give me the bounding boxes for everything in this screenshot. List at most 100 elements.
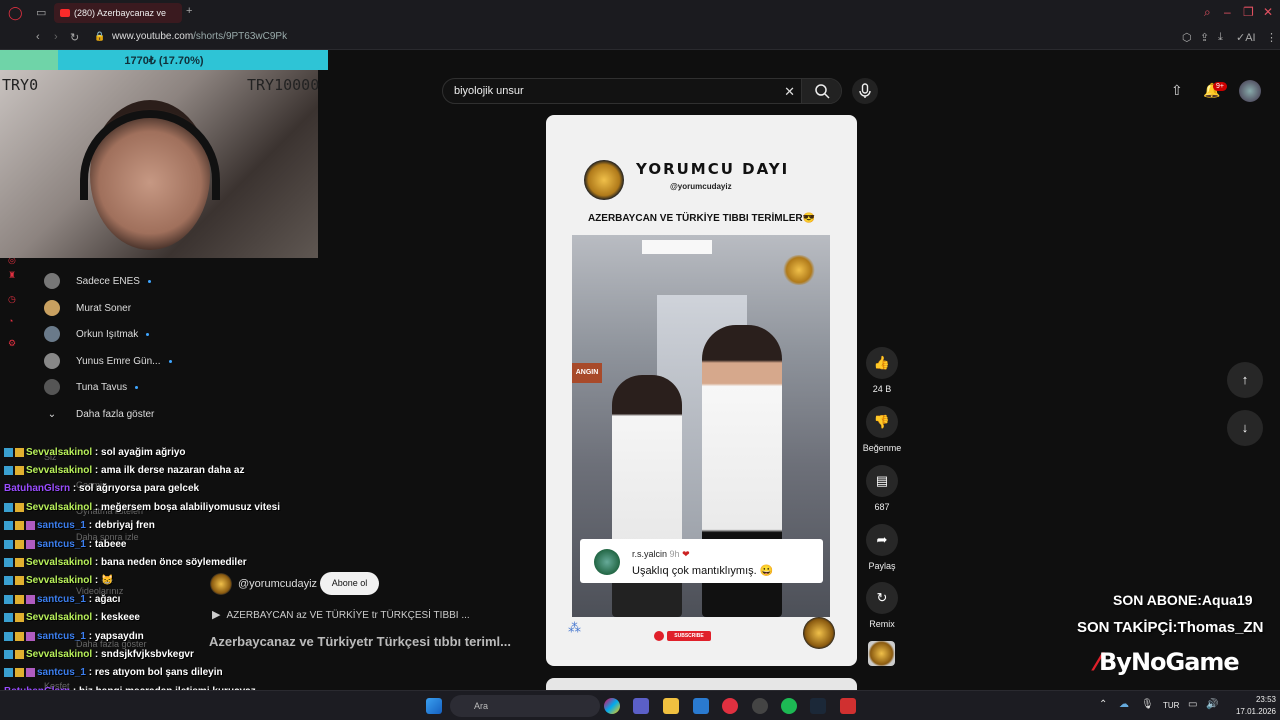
- donation-goal-bar: 1770₺ (17.70%): [0, 50, 328, 70]
- dislike-button[interactable]: 👎 Beğenme: [862, 406, 902, 453]
- opera-logo-icon[interactable]: ◯: [8, 5, 23, 21]
- sidebar-item-sadece-enes[interactable]: Sadece ENES: [44, 270, 151, 292]
- tray-expand-icon[interactable]: ⌃: [1099, 699, 1107, 710]
- menu-icon[interactable]: ⋮: [1266, 31, 1277, 44]
- voice-search-button[interactable]: [852, 78, 878, 104]
- search-tabs-icon[interactable]: ⌕: [1204, 5, 1211, 20]
- ai-button[interactable]: ✓AI: [1236, 31, 1256, 44]
- steam-icon[interactable]: [810, 698, 826, 714]
- account-avatar[interactable]: [1239, 80, 1261, 102]
- bottom-logo: [803, 617, 835, 649]
- windows-start-icon[interactable]: [426, 698, 442, 714]
- clear-search-icon[interactable]: ✕: [784, 84, 795, 100]
- subscribe-graphic: SUBSCRIBE: [667, 631, 711, 641]
- arrow-up-icon: ↑: [1241, 372, 1249, 387]
- arrow-down-icon: ↓: [1241, 420, 1249, 435]
- chat-username: santcus_1: [37, 630, 86, 642]
- spotify-icon[interactable]: [781, 698, 797, 714]
- notifications-badge: 9+: [1213, 82, 1227, 91]
- chat-message: Sevvalsakinol : keskeee: [4, 610, 140, 626]
- chat-badge-icon: [4, 521, 13, 531]
- chat-message: Sevvalsakinol : meğersem boşa alabiliyom…: [4, 499, 280, 515]
- chat-text: 😸: [101, 575, 114, 587]
- history-sidebar-icon[interactable]: ◷: [8, 294, 16, 305]
- chat-text: res atıyom bol şans dileyin: [94, 667, 223, 679]
- close-window-icon[interactable]: ✕: [1263, 5, 1273, 19]
- comment-count: 687: [874, 502, 890, 512]
- taskbar-search[interactable]: Ara: [450, 695, 600, 717]
- microphone-tray-icon[interactable]: 🎙: [1141, 699, 1154, 710]
- chat-badge-icon: [15, 521, 24, 531]
- chat-badge-icon: [26, 539, 35, 549]
- messenger-sidebar-icon[interactable]: ◔: [8, 316, 13, 326]
- settings-sidebar-icon[interactable]: ⚙: [8, 338, 16, 349]
- chat-separator: :: [85, 538, 95, 550]
- search-box[interactable]: biyolojik unsur ✕: [442, 78, 842, 104]
- search-button[interactable]: [801, 79, 841, 103]
- chevron-down-icon: ⌄: [47, 408, 57, 420]
- sidebar-item-label: Orkun Işıtmak: [76, 328, 139, 340]
- language-indicator[interactable]: TUR: [1163, 701, 1179, 710]
- video-title-link[interactable]: ▶ AZERBAYCAN az VE TÜRKİYE tr TÜRKÇESİ TI…: [212, 608, 470, 621]
- reload-icon[interactable]: ↻: [70, 31, 79, 44]
- download-icon[interactable]: ⤓: [1218, 31, 1223, 44]
- browser-tab-bar: ◯ ▭ (280) Azerbaycanaz ve + ⌕ – ❐ ✕: [0, 0, 1280, 26]
- file-explorer-icon[interactable]: [663, 698, 679, 714]
- channel-thumbnail[interactable]: [868, 641, 895, 666]
- chat-message: santcus_1 : res atıyom bol şans dileyin: [4, 665, 223, 681]
- search-input[interactable]: biyolojik unsur: [454, 85, 524, 97]
- new-tab-icon[interactable]: +: [186, 5, 192, 17]
- sidebar-item-murat-soner[interactable]: Murat Soner: [44, 297, 131, 319]
- share-icon[interactable]: ⇪: [1200, 31, 1209, 44]
- chat-badge-icon: [26, 631, 35, 641]
- sidebar-item-yunus-emre[interactable]: Yunus Emre Gün...: [44, 350, 172, 372]
- teams-icon[interactable]: [633, 698, 649, 714]
- forward-icon[interactable]: ›: [54, 31, 58, 43]
- share-label: Paylaş: [868, 561, 896, 571]
- chat-badge-icon: [26, 668, 35, 678]
- subscribe-button[interactable]: Abone ol: [320, 572, 379, 595]
- new-content-dot: [147, 279, 151, 283]
- bookmark-sidebar-icon[interactable]: ♜: [8, 270, 16, 281]
- last-follower: SON TAKİPÇİ:Thomas_ZN: [1077, 619, 1264, 636]
- upload-icon[interactable]: ⇧: [1171, 82, 1183, 99]
- ceiling-light: [642, 240, 712, 254]
- chat-badge-icon: [4, 502, 13, 512]
- short-video-player[interactable]: YORUMCU DAYI @yorumcudayiz AZERBAYCAN VE…: [546, 115, 857, 666]
- channel-name[interactable]: @yorumcudayiz: [238, 578, 317, 590]
- donation-goal-max: TRY10000: [247, 76, 320, 94]
- volume-icon[interactable]: 🔊: [1206, 699, 1218, 710]
- url-field[interactable]: www.youtube.com/shorts/9PT63wC9Pk: [112, 31, 287, 42]
- chat-message: Sevvalsakinol : sol ayağim ağriyo: [4, 444, 186, 460]
- minimize-icon[interactable]: –: [1224, 5, 1231, 19]
- sidebar-show-more[interactable]: ⌄ Daha fazla göster: [44, 403, 155, 425]
- back-icon[interactable]: ‹: [36, 31, 40, 43]
- app-icon[interactable]: [840, 698, 856, 714]
- remix-button[interactable]: ↻ Remix: [862, 582, 902, 629]
- tab-youtube[interactable]: (280) Azerbaycanaz ve: [54, 3, 182, 23]
- comments-button[interactable]: ▤ 687: [862, 465, 902, 512]
- video-description[interactable]: Azerbaycanaz ve Türkiyetr Türkçesi tıbbı…: [209, 634, 511, 649]
- new-content-dot: [168, 359, 172, 363]
- new-content-dot: [146, 332, 150, 336]
- previous-short-button[interactable]: ↑: [1227, 362, 1263, 398]
- extensions-icon[interactable]: ⬡: [1182, 31, 1192, 44]
- chat-username: Sevvalsakinol: [26, 648, 93, 660]
- network-icon[interactable]: ▭: [1188, 699, 1197, 710]
- todo-icon[interactable]: [693, 698, 709, 714]
- tab-list-icon[interactable]: ▭: [36, 6, 46, 19]
- copilot-icon[interactable]: [604, 698, 620, 714]
- share-button[interactable]: ➦ Paylaş: [862, 524, 902, 571]
- next-short-button[interactable]: ↓: [1227, 410, 1263, 446]
- chat-badge-icon: [15, 557, 24, 567]
- sidebar-item-tuna-tavus[interactable]: Tuna Tavus: [44, 376, 139, 398]
- channel-avatar[interactable]: [210, 573, 232, 595]
- clock[interactable]: 23:53 17.01.2026: [1230, 694, 1276, 718]
- sidebar-item-orkun-isitmak[interactable]: Orkun Işıtmak: [44, 323, 150, 345]
- maximize-icon[interactable]: ❐: [1243, 5, 1254, 19]
- opera-gx-icon[interactable]: [752, 698, 768, 714]
- short-handle: @yorumcudayiz: [670, 182, 732, 191]
- opera-icon[interactable]: [722, 698, 738, 714]
- like-button[interactable]: 👍 24 B: [862, 347, 902, 394]
- cloud-icon[interactable]: ☁: [1119, 699, 1129, 710]
